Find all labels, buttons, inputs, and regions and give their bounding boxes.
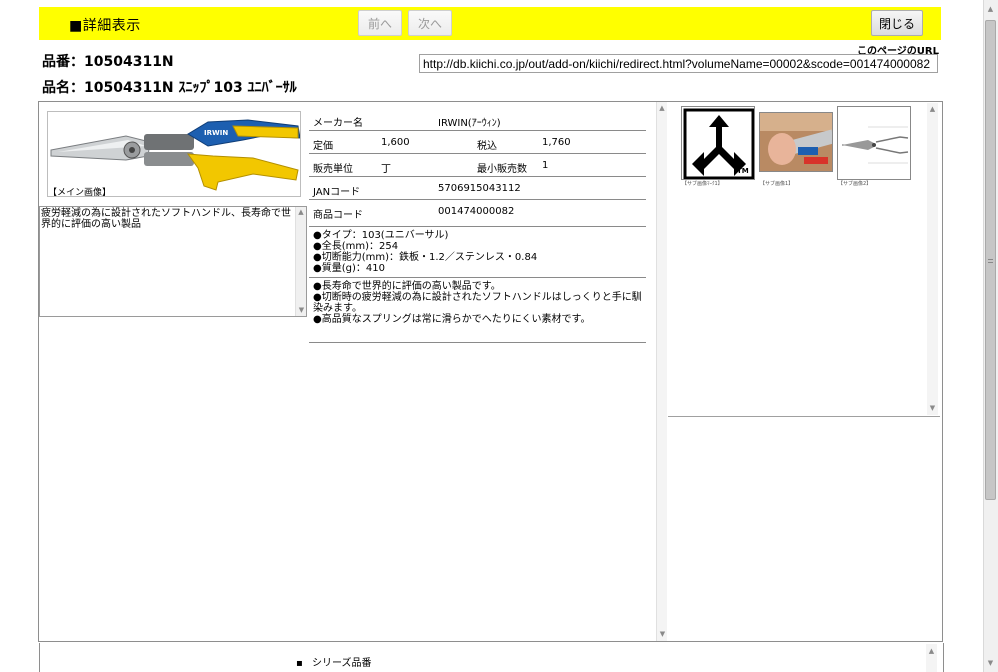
maker-label: メーカー名	[313, 118, 363, 129]
sub-image-caption: 【サブ画像2】	[838, 181, 872, 187]
price-value: 1,600	[381, 137, 410, 148]
spec-list-item: ●質量(g)：410	[313, 263, 385, 274]
scroll-up-icon[interactable]: ▲	[296, 209, 306, 216]
series-scrollbar[interactable]: ▲	[926, 644, 937, 672]
code-label: 商品コード	[313, 210, 363, 221]
spec-table: メーカー名 IRWIN(ｱｰｳｨﾝ) 定価 1,600 税込 1,760 販売単…	[309, 108, 646, 343]
feature-item: ●長寿命で世界的に評価の高い製品です。	[313, 281, 501, 292]
spec-list-item: ●全長(mm)：254	[313, 241, 399, 252]
svg-text:TM: TM	[737, 167, 749, 175]
product-name: 品名：10504311N ｽﾆｯﾌﾟ103 ﾕﾆﾊﾞｰｻﾙ	[42, 80, 297, 96]
tax-value: 1,760	[542, 137, 571, 148]
scroll-up-icon[interactable]: ▲	[985, 6, 996, 13]
page-url-field[interactable]: http://db.kiichi.co.jp/out/add-on/kiichi…	[419, 54, 938, 73]
spec-row-unit: 販売単位 丁 最小販売数 1	[309, 154, 646, 177]
price-label: 定価	[313, 141, 333, 152]
svg-text:IRWIN: IRWIN	[204, 129, 228, 137]
page-title: ■詳細表示	[69, 18, 141, 34]
description-text: 疲労軽減の為に設計されたソフトハンドル、長寿命で世界的に評価の高い製品	[41, 208, 291, 230]
spec-row-price: 定価 1,600 税込 1,760	[309, 131, 646, 154]
usage-photo	[760, 113, 832, 171]
page-scroll-thumb[interactable]	[985, 20, 996, 500]
description-box: 疲労軽減の為に設計されたソフトハンドル、長寿命で世界的に評価の高い製品	[39, 206, 307, 317]
spec-list-item: ●タイプ：103(ユニバーサル)	[313, 230, 449, 241]
sub-image-1[interactable]	[759, 112, 833, 172]
spec-row-maker: メーカー名 IRWIN(ｱｰｳｨﾝ)	[309, 108, 646, 131]
sub-image-caption: 【サブ画像1】	[760, 181, 794, 187]
min-label: 最小販売数	[477, 164, 527, 175]
scroll-down-icon[interactable]: ▼	[985, 660, 996, 667]
scroll-up-icon[interactable]: ▲	[927, 106, 938, 113]
close-button[interactable]: 閉じる	[871, 10, 923, 36]
feature-item: ●切断時の疲労軽減の為に設計されたソフトハンドルはしっくりと手に馴染みます。	[313, 292, 642, 314]
spec-scrollbar[interactable]: ▲ ▼	[656, 102, 667, 641]
main-image-caption: 【メイン画像】	[48, 188, 112, 198]
series-label: シリーズ品番	[311, 658, 372, 669]
feature-item: ●高品質なスプリングは常に滑らかでへたりにくい素材です。	[313, 314, 591, 325]
min-value: 1	[542, 160, 549, 171]
sub-image-scrollbar[interactable]: ▲ ▼	[927, 103, 938, 415]
spec-row-code: 商品コード 001474000082	[309, 200, 646, 227]
sub-image-mark-1[interactable]: TM	[681, 106, 755, 180]
description-scrollbar[interactable]: ▲ ▼	[295, 207, 306, 316]
snips-image: IRWIN	[50, 119, 301, 191]
next-button[interactable]: 次へ	[408, 10, 452, 36]
spec-list-item: ●切断能力(mm)：鉄板・1.2／ステンレス・0.84	[313, 252, 538, 263]
spec-list: ●タイプ：103(ユニバーサル) ●全長(mm)：254 ●切断能力(mm)：鉄…	[309, 227, 646, 278]
spec-row-jan: JANコード 5706915043112	[309, 177, 646, 200]
product-number: 品番：10504311N	[42, 54, 174, 70]
scroll-up-icon[interactable]: ▲	[657, 105, 667, 112]
sub-image-2[interactable]	[837, 106, 911, 180]
series-section	[39, 643, 944, 672]
series-item: ▪ シリーズ品番	[296, 654, 371, 669]
header-bar	[39, 7, 941, 40]
diagram-photo	[838, 107, 910, 179]
bullet-icon: ▪	[296, 658, 303, 669]
unit-label: 販売単位	[313, 164, 353, 175]
tax-label: 税込	[477, 141, 497, 152]
scroll-down-icon[interactable]: ▼	[927, 405, 938, 412]
code-value: 001474000082	[438, 206, 515, 217]
scroll-down-icon[interactable]: ▼	[296, 307, 307, 314]
scroll-down-icon[interactable]: ▼	[657, 631, 668, 638]
jan-label: JANコード	[313, 187, 361, 198]
unit-value: 丁	[381, 164, 391, 175]
prev-button[interactable]: 前へ	[358, 10, 402, 36]
jan-value: 5706915043112	[438, 183, 521, 194]
scroll-up-icon[interactable]: ▲	[926, 648, 937, 655]
feature-list: ●長寿命で世界的に評価の高い製品です。 ●切断時の疲労軽減の為に設計されたソフト…	[309, 278, 646, 343]
direction-arrows-icon: TM	[683, 108, 754, 179]
sub-image-caption: 【サブ画像ﾏｰｸ1】	[682, 181, 723, 187]
maker-value: IRWIN(ｱｰｳｨﾝ)	[438, 118, 501, 129]
